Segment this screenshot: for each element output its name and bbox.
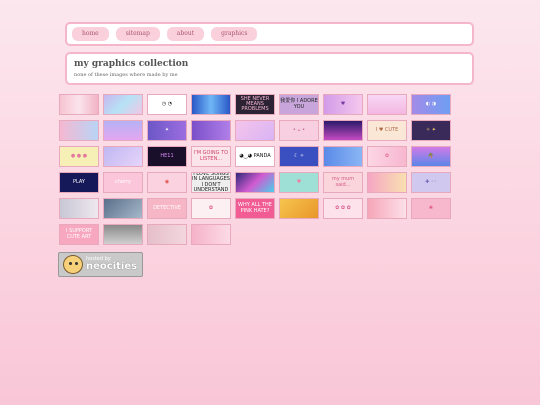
graphic-tile[interactable]: PLAY [59,172,99,193]
nav-bar: home sitemap about graphics [65,22,474,46]
graphics-row: DETECTIVE ✿ WHY ALL THE PINK HATE? ✿ ✿ ✿ ❀ [59,198,459,219]
graphic-tile[interactable]: ♥ [323,94,363,115]
graphic-tile[interactable] [103,146,143,167]
neocities-cat-icon [63,255,83,274]
graphic-tile[interactable] [367,172,407,193]
graphic-tile[interactable]: ♥ [279,172,319,193]
graphic-tile[interactable]: I LOVE SONGS IN LANGUAGES I DON'T UNDERS… [191,172,231,193]
graphics-grid: ◷ ◔ SHE NEVER MEANS PROBLEMS 我爱你 I ADORE Y… [59,94,459,250]
graphic-tile[interactable]: SHE NEVER MEANS PROBLEMS [235,94,275,115]
graphic-tile[interactable] [191,224,231,245]
graphic-tile[interactable]: cherry [103,172,143,193]
graphic-tile[interactable]: ✧ ✦ [411,120,451,141]
graphic-tile[interactable]: ◉ [147,172,187,193]
graphic-tile[interactable] [191,94,231,115]
graphics-row: ◷ ◔ SHE NEVER MEANS PROBLEMS 我爱你 I ADORE Y… [59,94,459,115]
graphic-tile[interactable] [235,172,275,193]
graphic-tile[interactable]: ✿ [191,198,231,219]
graphic-tile[interactable]: ◷ ◔ [147,94,187,115]
graphic-tile[interactable]: my mum said... [323,172,363,193]
graphic-tile[interactable] [59,94,99,115]
graphic-tile[interactable] [59,198,99,219]
graphic-tile[interactable]: ◕‿◕ PANDA [235,146,275,167]
graphic-tile[interactable]: ● ● ● [59,146,99,167]
graphic-tile[interactable] [103,120,143,141]
graphics-row: I SUPPORT CUTE ART [59,224,459,245]
graphic-tile[interactable]: 🌴 [411,146,451,167]
graphic-tile[interactable] [235,120,275,141]
graphic-tile[interactable]: • ᴗ • [279,120,319,141]
graphic-tile[interactable]: ✦ [147,120,187,141]
graphic-tile[interactable]: WHY ALL THE PINK HATE? [235,198,275,219]
header-box: my graphics collection none of these ima… [65,52,474,85]
nav-graphics-link[interactable]: graphics [211,27,258,41]
nav-about-link[interactable]: about [166,27,205,41]
graphic-tile[interactable] [367,198,407,219]
graphic-tile[interactable] [323,146,363,167]
graphic-tile[interactable]: DETECTIVE [147,198,187,219]
graphic-tile[interactable]: ☾ ✧ [279,146,319,167]
graphic-tile[interactable] [323,120,363,141]
graphics-row: ✦ • ᴗ • I ♥ CUTE ✧ ✦ [59,120,459,141]
graphic-tile[interactable] [103,198,143,219]
graphic-tile[interactable] [279,198,319,219]
neocities-badge[interactable]: hosted by neocities [58,252,143,277]
graphics-row: ● ● ● HE11 I'M GOING TO LISTEN... ◕‿◕ PANDA… [59,146,459,167]
graphic-tile[interactable] [191,120,231,141]
graphic-tile[interactable] [103,224,143,245]
graphics-row: PLAY cherry ◉ I LOVE SONGS IN LANGUAGES I D… [59,172,459,193]
graphic-tile[interactable]: 我爱你 I ADORE YOU [279,94,319,115]
graphic-tile[interactable] [59,120,99,141]
badge-big-text: neocities [86,261,138,272]
graphic-tile[interactable]: ✿ [367,146,407,167]
graphic-tile[interactable]: ✿ ✿ ✿ [323,198,363,219]
graphic-tile[interactable]: ◐ ◑ [411,94,451,115]
graphic-tile[interactable]: ✚ ◦◦ [411,172,451,193]
graphic-tile[interactable] [147,224,187,245]
page-subtitle: none of these images where made by me [74,72,178,78]
graphic-tile[interactable]: I'M GOING TO LISTEN... [191,146,231,167]
graphic-tile[interactable]: I SUPPORT CUTE ART [59,224,99,245]
page-title: my graphics collection [74,59,189,69]
nav-sitemap-link[interactable]: sitemap [115,27,160,41]
graphic-tile[interactable]: HE11 [147,146,187,167]
graphic-tile[interactable] [103,94,143,115]
graphic-tile[interactable]: ❀ [411,198,451,219]
nav-home-link[interactable]: home [72,27,109,41]
graphic-tile[interactable]: I ♥ CUTE [367,120,407,141]
graphic-tile[interactable] [367,94,407,115]
